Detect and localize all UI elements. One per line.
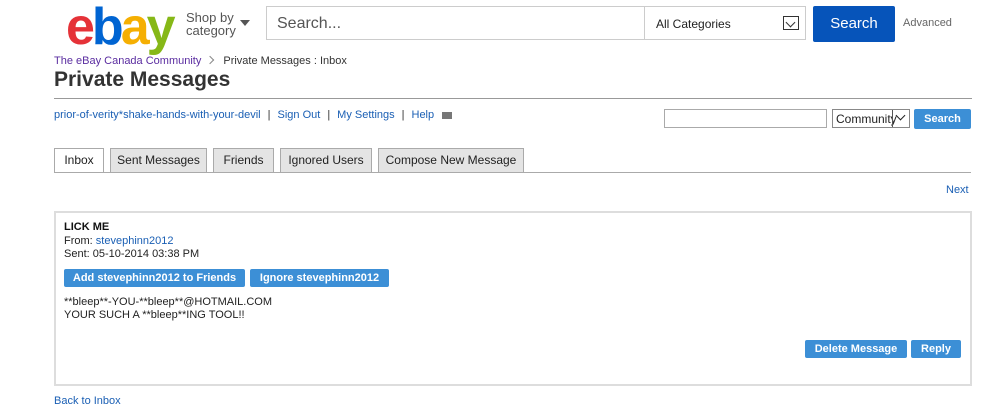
ebay-logo[interactable]: ebay — [66, 1, 176, 53]
page-title: Private Messages — [54, 68, 231, 91]
community-search-button[interactable]: Search — [914, 109, 971, 129]
tab-ignored-users[interactable]: Ignored Users — [280, 148, 372, 172]
tab-compose-new-message[interactable]: Compose New Message — [378, 148, 524, 172]
search-input[interactable]: Search... — [266, 6, 644, 40]
delete-message-button[interactable]: Delete Message — [805, 340, 907, 358]
breadcrumb-community-link[interactable]: The eBay Canada Community — [54, 55, 201, 67]
chevron-right-icon — [206, 55, 215, 65]
category-select[interactable]: All Categories — [644, 6, 806, 40]
mail-icon[interactable] — [442, 111, 453, 119]
separator: | — [327, 109, 331, 121]
advanced-search-link[interactable]: Advanced — [903, 17, 952, 29]
scope-value: Community — [836, 112, 897, 126]
dropdown-arrow-icon — [783, 16, 799, 30]
separator: | — [401, 109, 405, 121]
breadcrumb-current: Private Messages : Inbox — [223, 55, 347, 67]
community-search-input[interactable] — [664, 109, 827, 128]
user-links: prior-of-verity*shake-hands-with-your-de… — [54, 109, 453, 121]
message-sent-date: Sent: 05-10-2014 03:38 PM — [64, 248, 200, 260]
logo-letter: e — [66, 0, 95, 56]
message-body-line: YOUR SUCH A **bleep**ING TOOL!! — [64, 309, 245, 321]
from-label: From: — [64, 235, 93, 247]
shop-by-category-button[interactable]: Shop by category — [186, 11, 250, 38]
sender-link[interactable]: stevephinn2012 — [96, 235, 174, 247]
ignore-user-button[interactable]: Ignore stevephinn2012 — [250, 269, 389, 287]
add-friend-button[interactable]: Add stevephinn2012 to Friends — [64, 269, 245, 287]
back-to-inbox-link[interactable]: Back to Inbox — [54, 395, 121, 407]
username-link[interactable]: prior-of-verity*shake-hands-with-your-de… — [54, 109, 261, 121]
help-link[interactable]: Help — [412, 109, 435, 121]
next-page-link[interactable]: Next — [946, 184, 969, 196]
logo-letter: b — [91, 0, 124, 56]
my-settings-link[interactable]: My Settings — [337, 109, 394, 121]
tab-inbox[interactable]: Inbox — [54, 148, 104, 173]
search-button[interactable]: Search — [813, 6, 895, 42]
tab-sent-messages[interactable]: Sent Messages — [110, 148, 207, 172]
community-scope-select[interactable]: Community — [832, 109, 910, 128]
message-body-line: **bleep**-YOU-**bleep**@HOTMAIL.COM — [64, 296, 273, 308]
message-from: From: stevephinn2012 — [64, 235, 173, 247]
separator: | — [267, 109, 271, 121]
message-subject: LICK ME — [64, 221, 110, 233]
breadcrumb: The eBay Canada Community Private Message… — [54, 55, 347, 67]
dropdown-arrow-icon — [892, 110, 909, 127]
logo-letter: y — [146, 0, 176, 56]
category-select-value: All Categories — [656, 17, 731, 31]
search-placeholder: Search... — [277, 15, 342, 32]
divider — [54, 98, 972, 99]
logo-letter: a — [120, 0, 150, 56]
reply-button[interactable]: Reply — [911, 340, 961, 358]
tab-friends[interactable]: Friends — [213, 148, 274, 172]
chevron-down-icon — [240, 20, 250, 26]
tab-underline — [54, 172, 971, 173]
category-label: category — [186, 23, 236, 38]
sign-out-link[interactable]: Sign Out — [278, 109, 321, 121]
